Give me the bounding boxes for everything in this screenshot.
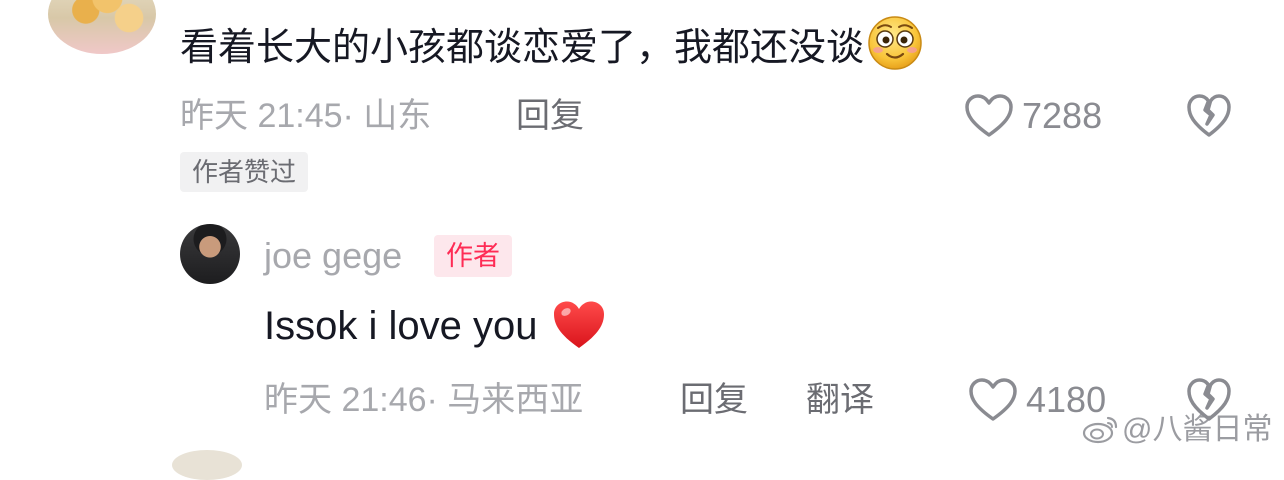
reply-reply-button[interactable]: 回复 xyxy=(680,380,748,420)
reply-meta: 昨天 21:46· 马来西亚 xyxy=(264,380,583,420)
reply-time: 昨天 21:46 xyxy=(264,381,427,419)
comment-location: · 山东 xyxy=(342,97,432,135)
reply-avatar[interactable] xyxy=(180,224,240,284)
watermark: @八酱日常 xyxy=(1082,410,1272,450)
reply-text: Issok i love you xyxy=(264,296,607,356)
next-comment-avatar xyxy=(172,450,242,480)
comment-body: 看着长大的小孩都谈恋爱了，我都还没谈 xyxy=(180,27,865,69)
reply-username[interactable]: joe gege xyxy=(264,234,402,278)
weibo-icon xyxy=(1082,416,1118,444)
author-liked-badge: 作者赞过 xyxy=(180,152,309,192)
comment-text: 看着长大的小孩都谈恋爱了，我都还没谈 xyxy=(180,14,924,76)
author-badge: 作者 xyxy=(434,235,512,277)
reply-location: · 马来西亚 xyxy=(426,381,584,419)
translate-button[interactable]: 翻译 xyxy=(806,380,874,420)
heart-outline-icon[interactable] xyxy=(968,377,1018,423)
like-count: 7288 xyxy=(1022,95,1103,136)
red-heart-emoji xyxy=(554,301,605,348)
broken-heart-icon[interactable] xyxy=(1186,93,1232,139)
heart-outline-icon[interactable] xyxy=(964,93,1014,139)
comment-time: 昨天 21:45 xyxy=(180,97,343,135)
commenter-avatar[interactable] xyxy=(48,0,156,54)
watermark-text: @八酱日常 xyxy=(1122,413,1273,446)
reply-body: Issok i love you xyxy=(264,304,538,348)
smiling-face-emoji xyxy=(868,16,922,70)
reply-button[interactable]: 回复 xyxy=(516,96,584,136)
comment-meta: 昨天 21:45· 山东 xyxy=(180,96,431,136)
